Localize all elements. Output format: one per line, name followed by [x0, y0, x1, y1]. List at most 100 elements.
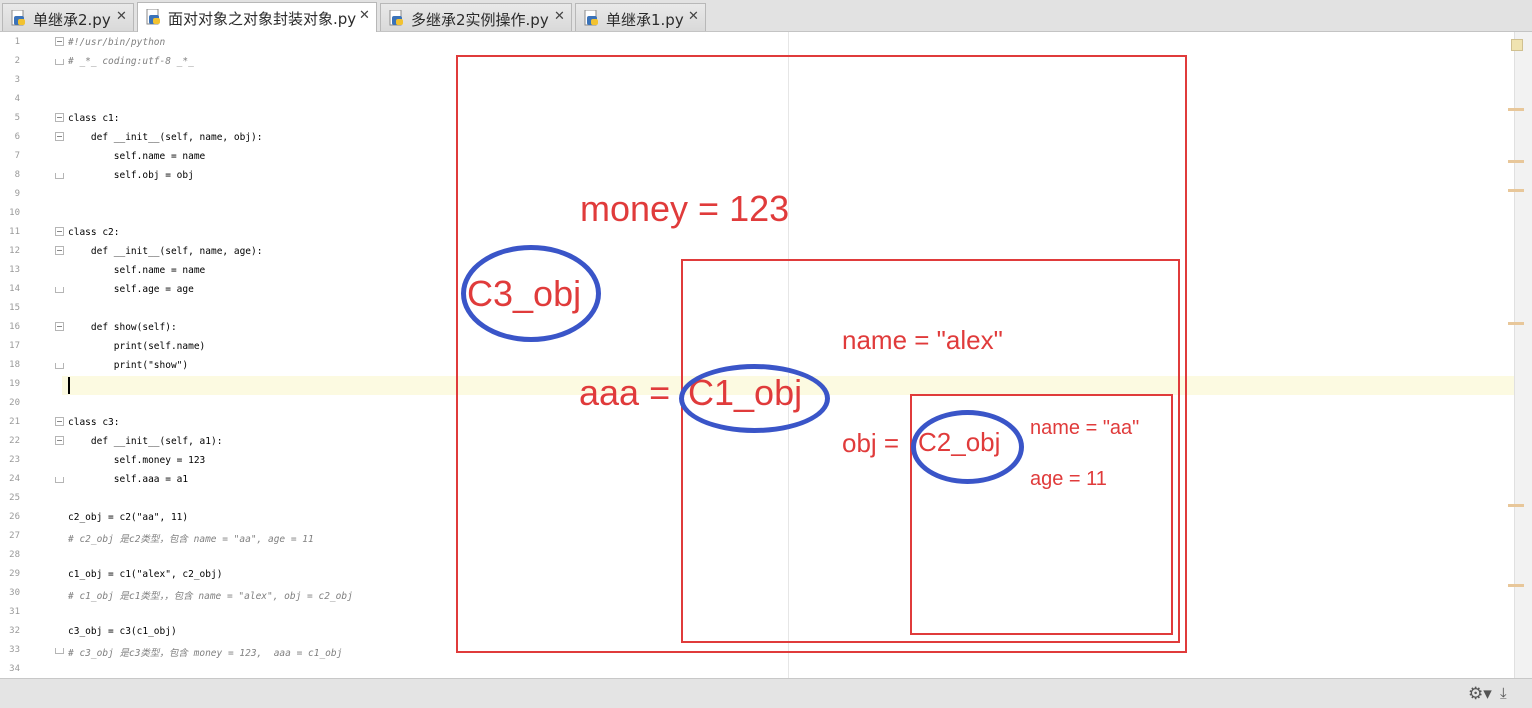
- line-number: 23: [9, 455, 20, 465]
- error-stripe[interactable]: [1514, 32, 1532, 678]
- code-line[interactable]: self.age = age: [68, 284, 194, 295]
- line-number: 22: [9, 436, 20, 446]
- close-icon[interactable]: ✕: [359, 8, 370, 23]
- line-number: 32: [9, 626, 20, 636]
- tab-object-wraps-object[interactable]: 面对对象之对象封装对象.py ✕: [137, 2, 377, 32]
- line-number: 2: [14, 56, 20, 66]
- line-number: 1: [14, 37, 20, 47]
- text-caret: [68, 377, 70, 394]
- tab-label: 面对对象之对象封装对象.py: [168, 10, 357, 28]
- fold-icon[interactable]: [55, 113, 64, 122]
- inspection-status-icon[interactable]: [1511, 39, 1523, 51]
- line-number: 9: [14, 189, 20, 199]
- line-number: 11: [9, 227, 20, 237]
- code-line[interactable]: self.name = name: [68, 151, 206, 162]
- aaa-annotation: aaa =: [579, 372, 671, 413]
- line-number: 34: [9, 664, 20, 674]
- code-line[interactable]: # _*_ coding:utf-8 _*_: [68, 56, 194, 67]
- fold-end-icon[interactable]: [55, 59, 64, 65]
- code-line[interactable]: def __init__(self, name, age):: [68, 246, 263, 257]
- line-number: 33: [9, 645, 20, 655]
- line-number: 17: [9, 341, 20, 351]
- line-number: 29: [9, 569, 20, 579]
- code-line[interactable]: # c2_obj 是c2类型，包含 name = "aa", age = 11: [68, 531, 314, 545]
- c2-obj-circle: [911, 410, 1024, 484]
- tab-single-inherit-2[interactable]: 单继承2.py ✕: [2, 3, 134, 31]
- code-line[interactable]: #!/usr/bin/python: [68, 37, 165, 48]
- gear-icon[interactable]: ⚙▾: [1468, 684, 1492, 704]
- code-line[interactable]: class c2:: [68, 227, 119, 238]
- code-line[interactable]: print("show"): [68, 360, 188, 371]
- fold-end-icon[interactable]: [55, 363, 64, 369]
- code-line[interactable]: class c1:: [68, 113, 119, 124]
- line-number: 24: [9, 474, 20, 484]
- line-number: 14: [9, 284, 20, 294]
- fold-end-icon[interactable]: [55, 648, 64, 654]
- line-number: 10: [9, 208, 20, 218]
- fold-icon[interactable]: [55, 322, 64, 331]
- line-number: 18: [9, 360, 20, 370]
- code-line[interactable]: def __init__(self, a1):: [68, 436, 223, 447]
- editor-tab-bar: 单继承2.py ✕ 面对对象之对象封装对象.py ✕ 多继承2实例操作.py ✕…: [0, 0, 1532, 32]
- line-number: 5: [14, 113, 20, 123]
- stripe-marker[interactable]: [1508, 322, 1524, 325]
- code-line[interactable]: c3_obj = c3(c1_obj): [68, 626, 177, 637]
- close-icon[interactable]: ✕: [116, 9, 127, 24]
- tab-label: 单继承1.py: [606, 11, 684, 29]
- stripe-marker[interactable]: [1508, 189, 1524, 192]
- code-line[interactable]: self.aaa = a1: [68, 474, 188, 485]
- fold-icon[interactable]: [55, 37, 64, 46]
- line-number: 7: [14, 151, 20, 161]
- code-line[interactable]: print(self.name): [68, 341, 206, 352]
- c1-obj-circle: [679, 364, 830, 433]
- fold-icon[interactable]: [55, 417, 64, 426]
- line-number: 13: [9, 265, 20, 275]
- close-icon[interactable]: ✕: [688, 9, 699, 24]
- tab-label: 多继承2实例操作.py: [411, 11, 549, 29]
- line-number: 19: [9, 379, 20, 389]
- line-number: 26: [9, 512, 20, 522]
- python-file-icon: [389, 10, 403, 26]
- python-file-icon: [11, 10, 25, 26]
- fold-icon[interactable]: [55, 132, 64, 141]
- code-line[interactable]: self.obj = obj: [68, 170, 194, 181]
- fold-icon[interactable]: [55, 436, 64, 445]
- fold-icon[interactable]: [55, 246, 64, 255]
- c3-obj-circle: [461, 245, 601, 342]
- stripe-marker[interactable]: [1508, 108, 1524, 111]
- name-alex-annotation: name = "alex": [842, 325, 1003, 355]
- code-line[interactable]: def show(self):: [68, 322, 177, 333]
- code-line[interactable]: def __init__(self, name, obj):: [68, 132, 263, 143]
- line-number-gutter: 1 2 3 4 5 6 7 8 9 10 11 12 13 14 15 16 17 18 19 20 21 22 23 24 2…: [0, 32, 62, 678]
- line-number: 12: [9, 246, 20, 256]
- tab-multi-inherit-2[interactable]: 多继承2实例操作.py ✕: [380, 3, 572, 31]
- fold-icon[interactable]: [55, 227, 64, 236]
- stripe-marker[interactable]: [1508, 584, 1524, 587]
- code-line[interactable]: self.name = name: [68, 265, 206, 276]
- close-icon[interactable]: ✕: [554, 9, 565, 24]
- status-bar: ⚙▾ ⤓: [0, 678, 1532, 708]
- stripe-marker[interactable]: [1508, 160, 1524, 163]
- line-number: 28: [9, 550, 20, 560]
- line-number: 30: [9, 588, 20, 598]
- age-annotation: age = 11: [1030, 468, 1107, 490]
- line-number: 20: [9, 398, 20, 408]
- code-line[interactable]: # c1_obj 是c1类型，，包含 name = "alex", obj = …: [68, 588, 353, 602]
- python-file-icon: [584, 10, 598, 26]
- code-line[interactable]: self.money = 123: [68, 455, 206, 466]
- code-line[interactable]: # c3_obj 是c3类型，包含 money = 123, aaa = c1_…: [68, 645, 342, 659]
- tab-single-inherit-1[interactable]: 单继承1.py ✕: [575, 3, 706, 31]
- code-line[interactable]: c2_obj = c2("aa", 11): [68, 512, 188, 523]
- stripe-marker[interactable]: [1508, 504, 1524, 507]
- fold-end-icon[interactable]: [55, 287, 64, 293]
- line-number: 25: [9, 493, 20, 503]
- line-number: 3: [14, 75, 20, 85]
- line-number: 21: [9, 417, 20, 427]
- download-icon[interactable]: ⤓: [1500, 684, 1507, 702]
- code-line[interactable]: c1_obj = c1("alex", c2_obj): [68, 569, 222, 580]
- line-number: 6: [14, 132, 20, 142]
- fold-end-icon[interactable]: [55, 477, 64, 483]
- money-annotation: money = 123: [580, 188, 790, 229]
- fold-end-icon[interactable]: [55, 173, 64, 179]
- code-line[interactable]: class c3:: [68, 417, 119, 428]
